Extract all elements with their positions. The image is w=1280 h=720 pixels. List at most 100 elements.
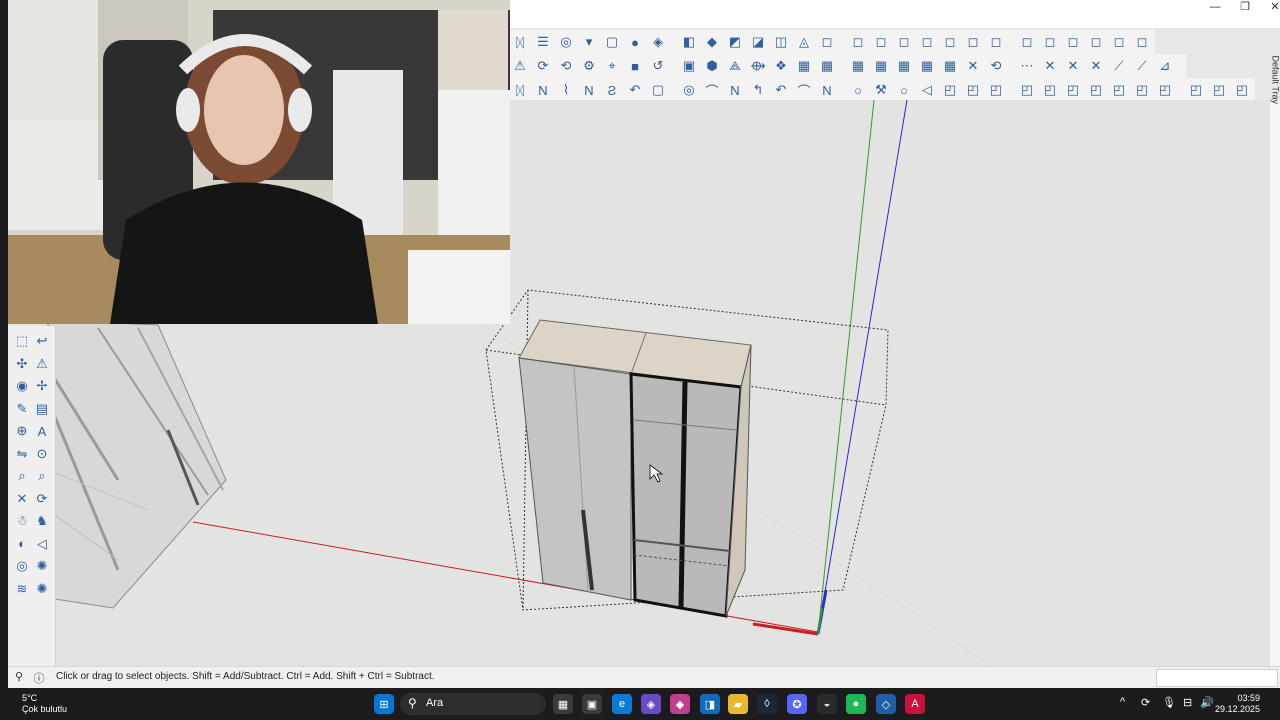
toolbar-tool-icon[interactable]: ◆ xyxy=(702,32,722,52)
toolbar-tool-icon[interactable]: ◰ xyxy=(1155,80,1175,100)
toolbar-tool-icon[interactable]: ◻ xyxy=(1017,32,1037,52)
toolbar-tool-icon[interactable]: ◰ xyxy=(1209,80,1229,100)
toolbar-tool-icon[interactable]: ◻ xyxy=(1040,32,1060,52)
toolbar-tool-icon[interactable]: N xyxy=(817,80,837,100)
taskbar-clock[interactable]: 03:59 29.12.2025 xyxy=(1215,693,1260,715)
toolbar-tool-icon[interactable]: ○ xyxy=(894,80,914,100)
taskbar-app-icon[interactable]: ◨ xyxy=(700,694,720,714)
toolbar-tool-icon[interactable]: ◰ xyxy=(1132,80,1152,100)
toolbar-tool-icon[interactable]: ◻ xyxy=(1063,32,1083,52)
toolbar-tool-icon[interactable]: ◈ xyxy=(648,32,668,52)
toolbar-tool-icon[interactable]: ◰ xyxy=(1086,80,1106,100)
minimize-button[interactable]: — xyxy=(1200,0,1230,16)
left-tool-icon[interactable]: ⚠ xyxy=(33,355,51,373)
restore-button[interactable]: ❐ xyxy=(1230,0,1260,16)
taskbar-app-icon[interactable]: ✪ xyxy=(787,694,807,714)
left-tool-icon[interactable]: ≋ xyxy=(13,580,31,598)
toolbar-tool-icon[interactable]: ⬢ xyxy=(702,56,722,76)
tray-icon[interactable]: ⊟ xyxy=(1183,696,1192,709)
left-tool-icon[interactable]: ♞ xyxy=(33,512,51,530)
toolbar-tool-icon[interactable]: ▣ xyxy=(679,56,699,76)
default-tray-panel[interactable] xyxy=(1269,100,1280,666)
left-tool-icon[interactable]: ☃ xyxy=(13,512,31,530)
left-tool-icon[interactable]: ⌕ xyxy=(13,467,31,485)
tray-icon[interactable]: 🎙 xyxy=(1162,696,1176,709)
taskbar-app-icon[interactable]: ● xyxy=(846,694,866,714)
taskbar-app-icon[interactable]: e xyxy=(612,694,632,714)
toolbar-tool-icon[interactable]: ⚒ xyxy=(871,80,891,100)
left-tool-icon[interactable]: ⊕ xyxy=(13,422,31,440)
toolbar-tool-icon[interactable]: ◩ xyxy=(725,32,745,52)
toolbar-tool-icon[interactable]: ◻ xyxy=(894,32,914,52)
toolbar-tool-icon[interactable]: ▢ xyxy=(602,32,622,52)
toolbar-tool-icon[interactable]: N xyxy=(725,80,745,100)
left-tool-icon[interactable]: ✕ xyxy=(13,490,31,508)
left-tool-icon[interactable]: A xyxy=(33,422,51,440)
toolbar-tool-icon[interactable]: ▦ xyxy=(848,56,868,76)
toolbar-tool-icon[interactable]: ◻ xyxy=(986,32,1006,52)
toolbar-tool-icon[interactable]: ◻ xyxy=(1109,32,1129,52)
left-tool-icon[interactable]: ◉ xyxy=(13,377,31,395)
toolbar-tool-icon[interactable]: ❖ xyxy=(771,56,791,76)
tray-icon[interactable]: ^ xyxy=(1120,696,1125,708)
toolbar-tool-icon[interactable]: ⌒ xyxy=(794,80,814,100)
left-tool-icon[interactable]: ⌕ xyxy=(33,467,51,485)
toolbar-tool-icon[interactable]: ○ xyxy=(848,80,868,100)
left-wardrobe-model[interactable] xyxy=(46,319,227,609)
toolbar-tool-icon[interactable]: ⟲ xyxy=(556,56,576,76)
toolbar-tool-icon[interactable]: ⟲ xyxy=(986,56,1006,76)
left-tool-icon[interactable]: ◁ xyxy=(33,535,51,553)
toolbar-tool-icon[interactable]: ☰ xyxy=(533,32,553,52)
taskbar-app-icon[interactable]: ▣ xyxy=(582,694,602,714)
toolbar-tool-icon[interactable]: ◰ xyxy=(1109,80,1129,100)
taskbar-app-icon[interactable]: ▦ xyxy=(553,694,573,714)
toolbar-tool-icon[interactable]: ↶ xyxy=(625,80,645,100)
weather-widget[interactable]: 5°C Çok bulutlu xyxy=(22,693,67,715)
taskbar-app-icon[interactable]: ◈ xyxy=(641,694,661,714)
toolbar-tool-icon[interactable]: ✕ xyxy=(963,56,983,76)
toolbar-tool-icon[interactable]: ◰ xyxy=(1017,80,1037,100)
toolbar-tool-icon[interactable]: ◫ xyxy=(771,32,791,52)
toolbar-tool-icon[interactable]: ↶ xyxy=(771,80,791,100)
toolbar-tool-icon[interactable]: ◻ xyxy=(848,32,868,52)
toolbar-tool-icon[interactable]: ◻ xyxy=(963,32,983,52)
taskbar-app-icon[interactable]: ◊ xyxy=(757,694,777,714)
info-icon[interactable]: ⓘ xyxy=(32,670,46,685)
toolbar-tool-icon[interactable]: ⌒ xyxy=(702,80,722,100)
toolbar-tool-icon[interactable]: ■ xyxy=(625,56,645,76)
taskbar-app-icon[interactable]: ◆ xyxy=(670,694,690,714)
taskbar-app-icon[interactable]: ⊞ xyxy=(374,694,394,714)
toolbar-tool-icon[interactable]: ▦ xyxy=(894,56,914,76)
left-tool-icon[interactable]: ⟳ xyxy=(33,490,51,508)
tray-icon[interactable]: 🔊 xyxy=(1200,696,1214,709)
toolbar-tool-icon[interactable]: ⟋ xyxy=(1132,56,1152,76)
toolbar-tool-icon[interactable]: ↰ xyxy=(748,80,768,100)
toolbar-tool-icon[interactable]: ◎ xyxy=(679,80,699,100)
taskbar-search[interactable]: ⚲ Ara xyxy=(400,693,546,715)
toolbar-tool-icon[interactable]: ✕ xyxy=(1040,56,1060,76)
toolbar-tool-icon[interactable]: ◰ xyxy=(940,80,960,100)
toolbar-tool-icon[interactable]: ◻ xyxy=(940,32,960,52)
toolbar-tool-icon[interactable]: ◻ xyxy=(1132,32,1152,52)
toolbar-tool-icon[interactable]: ▦ xyxy=(871,56,891,76)
toolbar-tool-icon[interactable]: N xyxy=(533,80,553,100)
left-tool-icon[interactable]: ↩ xyxy=(33,332,51,350)
toolbar-tool-icon[interactable]: ⟁ xyxy=(725,56,745,76)
toolbar-tool-icon[interactable]: ▦ xyxy=(794,56,814,76)
toolbar-tool-icon[interactable]: ⋯ xyxy=(1017,56,1037,76)
toolbar-tool-icon[interactable]: ◪ xyxy=(748,32,768,52)
toolbar-tool-icon[interactable]: ᛞ xyxy=(510,80,530,100)
toolbar-tool-icon[interactable]: ◻ xyxy=(1086,32,1106,52)
toolbar-tool-icon[interactable]: ⌇ xyxy=(556,80,576,100)
toolbar-tool-icon[interactable]: ◰ xyxy=(986,80,1006,100)
taskbar-app-icon[interactable]: ◇ xyxy=(876,694,896,714)
toolbar-tool-icon[interactable]: ᛞ xyxy=(510,32,530,52)
left-tool-icon[interactable]: ◎ xyxy=(13,557,31,575)
left-tool-icon[interactable]: ✺ xyxy=(33,557,51,575)
toolbar-tool-icon[interactable]: ▾ xyxy=(579,32,599,52)
toolbar-tool-icon[interactable]: ◻ xyxy=(817,32,837,52)
toolbar-tool-icon[interactable]: ⚙ xyxy=(579,56,599,76)
taskbar-app-icon[interactable]: ◒ xyxy=(817,694,837,714)
toolbar-tool-icon[interactable]: ▦ xyxy=(940,56,960,76)
toolbar-tool-icon[interactable]: Ƨ xyxy=(602,80,622,100)
